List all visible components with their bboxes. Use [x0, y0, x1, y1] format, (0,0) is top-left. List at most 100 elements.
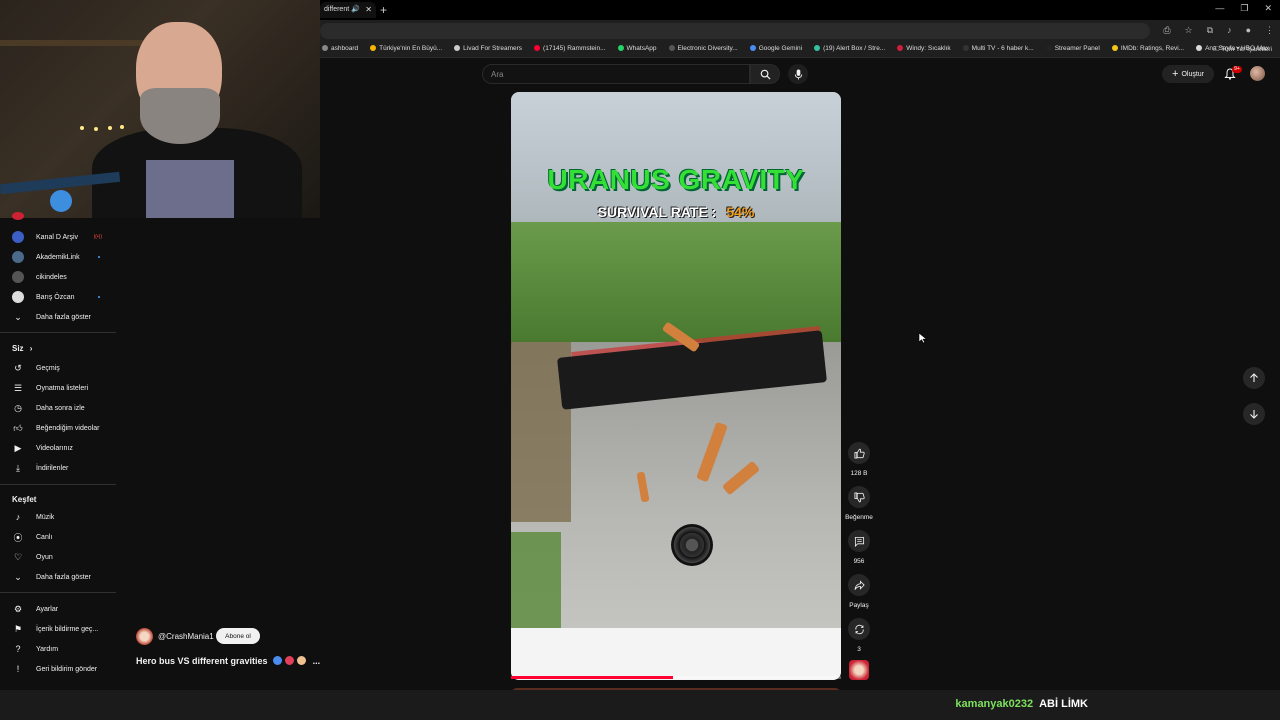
bookmark-favicon-icon: [370, 45, 377, 51]
video-overlay-title: URANUS GRAVITY: [547, 164, 805, 195]
channel-avatar: [12, 231, 24, 243]
dislike-button[interactable]: Beğenme: [842, 486, 876, 521]
next-short-button[interactable]: [1243, 403, 1265, 425]
playlist-icon: ☰: [13, 382, 23, 393]
you-section-heading[interactable]: Siz ›: [12, 344, 32, 353]
sidebar-item-you[interactable]: ⤓ İndirilenler: [0, 459, 116, 477]
streamer-webcam: [0, 0, 320, 218]
channel-avatar: [12, 251, 24, 263]
show-more-label: Daha fazla göster: [36, 313, 91, 321]
share-button[interactable]: Paylaş: [842, 574, 876, 609]
profile-icon[interactable]: ●: [1246, 25, 1251, 36]
tab-title: different: [324, 6, 350, 13]
like-button[interactable]: 128 B: [842, 442, 876, 477]
bookmark-item[interactable]: Google Gemini: [749, 45, 802, 52]
star-icon[interactable]: ☆: [1185, 25, 1193, 36]
comments-button[interactable]: 956: [842, 530, 876, 565]
cam-beard: [140, 88, 220, 144]
create-button[interactable]: + Oluştur: [1162, 65, 1214, 83]
bookmark-item[interactable]: (17145) Rammstein...: [534, 45, 606, 52]
sidebar: Kanal D Arşiv ((•)) AkademikLink cikindeles…: [0, 212, 116, 690]
extensions-icon[interactable]: ⧉: [1207, 25, 1213, 36]
short-video-player[interactable]: URANUS GRAVITY SURVIVAL RATE : 54%: [511, 92, 841, 680]
short-title[interactable]: Hero bus VS different gravities ...: [136, 656, 320, 666]
bookmark-item[interactable]: Windy: Sıcaklık: [897, 45, 951, 52]
chat-username: kamanyak0232: [955, 698, 1034, 710]
sidebar-subscription[interactable]: Kanal D Arşiv ((•)): [0, 228, 116, 246]
sidebar-item-footer[interactable]: ⚙ Ayarlar: [0, 600, 116, 618]
account-avatar[interactable]: [1250, 66, 1265, 81]
bookmark-item[interactable]: ashboard: [322, 45, 358, 52]
comment-count: 956: [853, 558, 865, 565]
sidebar-subscription[interactable]: cikindeles: [0, 268, 116, 286]
channel-handle[interactable]: @CrashMania1: [158, 632, 214, 641]
restore-icon[interactable]: ❐: [1240, 3, 1248, 14]
remix-icon: [848, 618, 870, 640]
browser-tab-active[interactable]: different 🔊 ✕: [320, 2, 376, 18]
all-bookmarks[interactable]: 🗀 Tüm Yer İşaretleri: [1213, 45, 1272, 56]
arrow-down-icon: [1250, 410, 1258, 419]
close-tab-icon[interactable]: ✕: [365, 5, 372, 14]
cam-shirt: [146, 160, 234, 218]
sidebar-partial-item: [0, 212, 116, 220]
sidebar-item-explore[interactable]: ♪ Müzik: [0, 508, 116, 526]
sidebar-item-you[interactable]: 👍︎ Beğendiğim videolar: [0, 419, 116, 437]
sidebar-item-explore[interactable]: ⦿ Canlı: [0, 528, 116, 546]
install-icon[interactable]: ⎙: [1163, 25, 1170, 36]
close-window-icon[interactable]: ✕: [1264, 3, 1272, 14]
sidebar-item-explore[interactable]: ♡ Oyun: [0, 548, 116, 566]
url-field[interactable]: [320, 23, 1150, 39]
show-more-explore[interactable]: ⌄ Daha fazla göster: [0, 568, 116, 586]
previous-short-button[interactable]: [1243, 367, 1265, 389]
share-label: Paylaş: [849, 602, 869, 609]
mouse-cursor-icon: [918, 332, 928, 344]
bookmark-item[interactable]: Multi TV - 6 haber k...: [962, 45, 1034, 52]
show-more-subscriptions[interactable]: ⌄ Daha fazla göster: [0, 308, 116, 326]
sidebar-item-you[interactable]: ↺ Geçmiş: [0, 359, 116, 377]
media-icon[interactable]: ♪: [1227, 25, 1232, 36]
bookmark-item[interactable]: Streamer Panel: [1045, 45, 1100, 52]
search-input[interactable]: Ara: [482, 64, 750, 84]
sidebar-item-label: AkademikLink: [36, 253, 80, 261]
sound-thumbnail[interactable]: [849, 660, 869, 680]
your-videos-icon: ▶: [14, 442, 22, 453]
sidebar-item-you[interactable]: ▶ Videolarınız: [0, 439, 116, 457]
bookmark-label: IMDb: Ratings, Revi...: [1120, 45, 1185, 52]
voice-search-button[interactable]: [788, 64, 808, 84]
remix-button[interactable]: 3: [842, 618, 876, 653]
sidebar-item-label: Müzik: [36, 513, 55, 521]
channel-avatar: [12, 291, 24, 303]
bookmark-item[interactable]: IMDb: Ratings, Revi...: [1111, 45, 1185, 52]
sidebar-item-footer[interactable]: ? Yardım: [0, 640, 116, 658]
sidebar-item-you[interactable]: ◷ Daha sonra izle: [0, 399, 116, 417]
bookmark-item[interactable]: Livad For Streamers: [454, 45, 522, 52]
live-icon: ⦿: [13, 532, 23, 543]
bookmark-label: Electronic Diversity...: [677, 45, 738, 52]
sidebar-subscription[interactable]: AkademikLink: [0, 248, 116, 266]
bookmark-item[interactable]: Türkiye'nin En Büyü...: [370, 45, 442, 52]
channel-avatar[interactable]: [136, 628, 153, 645]
bookmark-item[interactable]: Electronic Diversity...: [668, 45, 738, 52]
sidebar-item-label: Canlı: [36, 533, 53, 541]
bookmark-label: WhatsApp: [626, 45, 657, 52]
menu-icon[interactable]: ⋮: [1265, 25, 1274, 36]
chat-text: ABİ LİMK: [1039, 698, 1088, 710]
sidebar-item-footer[interactable]: ⚑ İçerik bildirme geç...: [0, 620, 116, 638]
bookmark-favicon-icon: [668, 45, 675, 51]
search-button[interactable]: [750, 64, 780, 84]
more-bookmarks-icon[interactable]: »: [1198, 44, 1202, 53]
window-controls: — ❐ ✕: [1215, 3, 1272, 14]
sidebar-item-you[interactable]: ☰ Oynatma listeleri: [0, 379, 116, 397]
bookmark-item[interactable]: (19) Alert Box / Stre...: [814, 45, 885, 52]
channel-avatar: [12, 271, 24, 283]
sidebar-item-footer[interactable]: ! Geri bildirim gönder: [0, 660, 116, 678]
sidebar-subscription[interactable]: Barış Özcan: [0, 288, 116, 306]
chevron-down-icon: ⌄: [14, 571, 22, 582]
minimize-icon[interactable]: —: [1215, 3, 1224, 14]
bookmark-favicon-icon: [1111, 45, 1118, 51]
sidebar-item-label: Kanal D Arşiv: [36, 233, 79, 241]
new-tab-button[interactable]: +: [380, 3, 387, 17]
subscribe-button[interactable]: Abone ol: [216, 628, 260, 644]
video-progress-bar[interactable]: [511, 676, 841, 679]
bookmark-item[interactable]: WhatsApp: [617, 45, 657, 52]
